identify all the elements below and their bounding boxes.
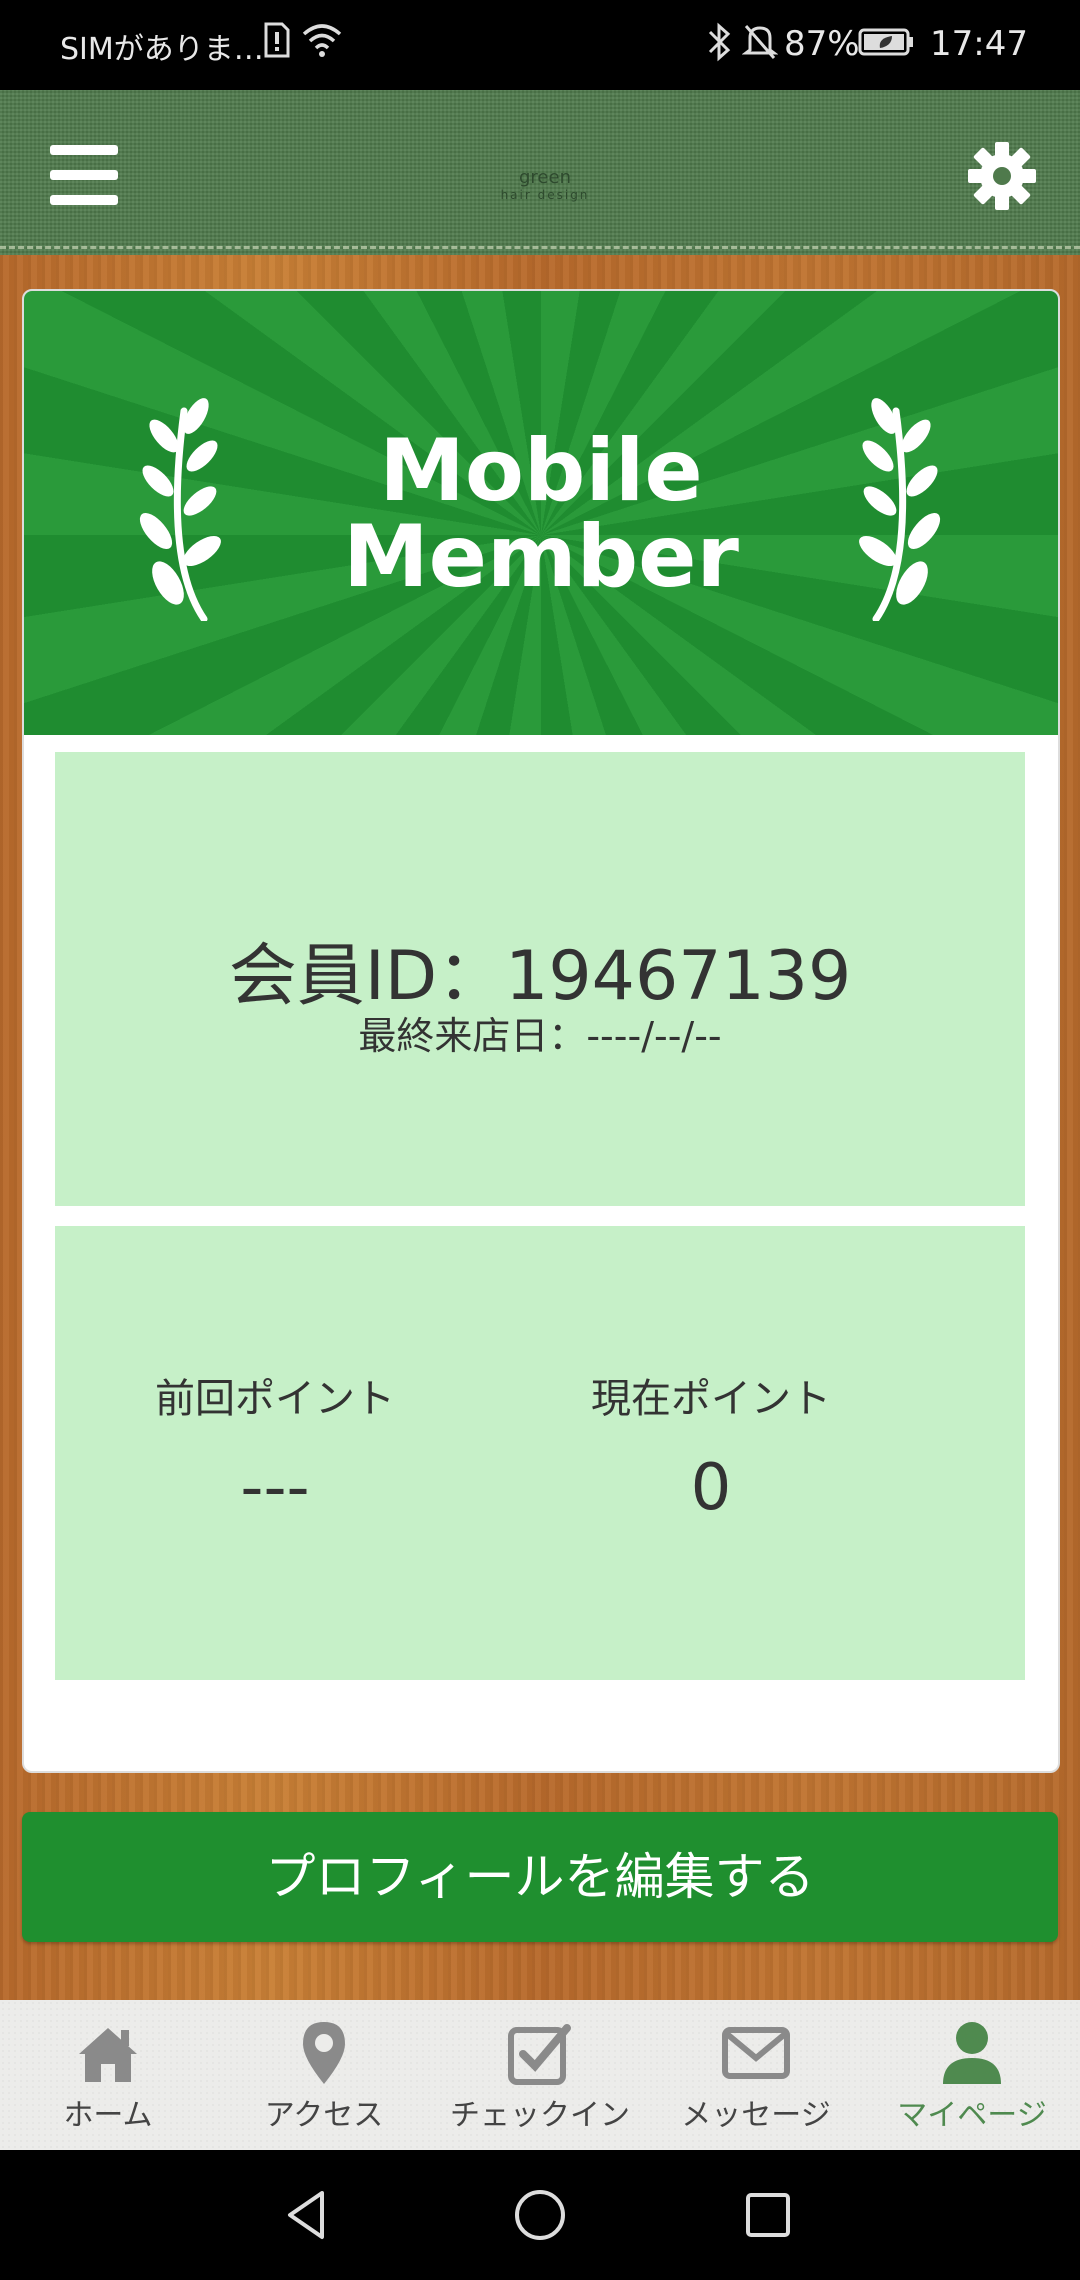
battery-percent: 87% [784, 24, 860, 64]
header-stitch [0, 246, 1080, 249]
member-card: Mobile Member 会員ID：19467139 最終来店日：----/-… [22, 289, 1060, 1773]
hamburger-icon [50, 145, 118, 155]
gear-icon[interactable] [966, 140, 1038, 212]
tab-checkin[interactable]: チェックイン [432, 2000, 648, 2150]
points-panel: 前回ポイント --- 現在ポイント 0 [55, 1226, 1025, 1680]
back-icon[interactable] [278, 2185, 338, 2245]
hamburger-line [50, 170, 118, 180]
hamburger-line [50, 195, 118, 205]
home-icon [79, 2028, 137, 2082]
banner-title-line2: Member [343, 507, 739, 607]
carrier-text: SIMがありま… [60, 32, 264, 67]
brand-logo: green hair design [490, 168, 600, 218]
tab-label-mypage: マイページ [897, 2098, 1047, 2133]
tab-label-message: メッセージ [681, 2098, 831, 2133]
status-bar: SIMがありま… 87% 17:47 [0, 0, 1080, 90]
tab-access[interactable]: アクセス [216, 2000, 432, 2150]
sim-alert-icon [264, 22, 290, 58]
clock: 17:47 [930, 24, 1028, 64]
checkin-icon [508, 2024, 571, 2085]
app-header: green hair design [0, 90, 1080, 255]
previous-points-label: 前回ポイント [155, 1376, 395, 1422]
previous-points-value: --- [240, 1451, 310, 1525]
mobile-member-banner: Mobile Member [24, 291, 1058, 735]
map-pin-icon [303, 2022, 345, 2084]
banner-title-line1: Mobile [379, 421, 703, 521]
wifi-icon [302, 24, 342, 57]
tab-label-home: ホーム [63, 2098, 153, 2133]
tab-message[interactable]: メッセージ [648, 2000, 864, 2150]
logo-line1: green [519, 167, 571, 188]
bluetooth-icon [708, 22, 731, 62]
tab-label-access: アクセス [264, 2098, 384, 2133]
envelope-icon [722, 2027, 790, 2079]
menu-button[interactable] [50, 145, 118, 205]
system-nav-bar [0, 2150, 1080, 2280]
person-icon [943, 2022, 1001, 2084]
last-visit-date: 最終来店日：----/--/-- [358, 1014, 722, 1058]
recent-apps-icon[interactable] [738, 2185, 798, 2245]
battery-icon [858, 28, 913, 56]
tab-mypage[interactable]: マイページ [864, 2000, 1080, 2150]
mute-bell-icon [742, 25, 778, 59]
logo-line2: hair design [500, 188, 590, 202]
member-info-panel: 会員ID：19467139 最終来店日：----/--/-- [55, 752, 1025, 1206]
edit-profile-button[interactable]: プロフィールを編集する [22, 1812, 1058, 1942]
bottom-tab-bar: ホーム アクセス チェックイン メッセージ マイページ [0, 2000, 1080, 2150]
tab-label-checkin: チェックイン [450, 2098, 630, 2133]
home-circle-icon[interactable] [510, 2185, 570, 2245]
current-points-value: 0 [690, 1451, 732, 1525]
tab-home[interactable]: ホーム [0, 2000, 216, 2150]
current-points-label: 現在ポイント [591, 1376, 831, 1422]
